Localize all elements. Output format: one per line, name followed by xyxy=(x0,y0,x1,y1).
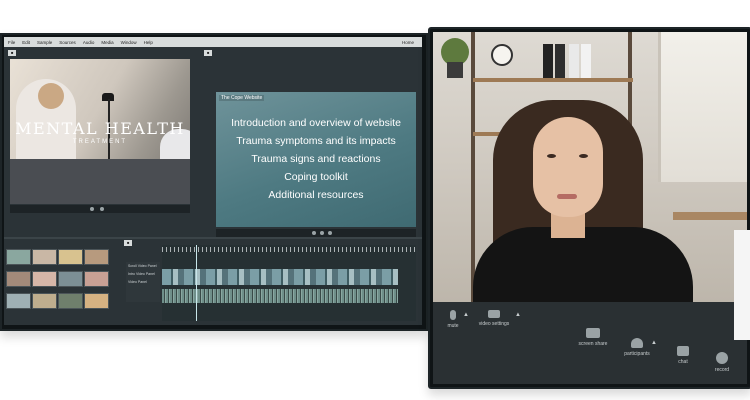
shelf-post xyxy=(471,32,475,302)
video-editor-app: File Edit Sample Sources Audio Media Win… xyxy=(4,37,422,325)
sequence-item[interactable]: Scroll Video Panel xyxy=(126,262,160,270)
step-forward-icon[interactable] xyxy=(320,231,324,235)
media-thumbnail[interactable] xyxy=(6,249,31,265)
binder xyxy=(581,44,591,78)
plant-pot xyxy=(447,62,463,78)
wall-clock xyxy=(491,44,513,66)
binder xyxy=(555,44,565,78)
menu-media[interactable]: Media xyxy=(101,40,113,45)
bookshelf-shelf xyxy=(473,78,633,82)
participant-face xyxy=(533,117,603,217)
video-subtitle-overlay: TREATMENT xyxy=(72,139,128,145)
right-monitor: mute ▲ video settings ▲ screen share par… xyxy=(428,27,750,389)
panel-divider[interactable] xyxy=(4,237,422,239)
sequence-list: Scroll Video Panel Intro Video Panel Vid… xyxy=(126,262,160,302)
screen-share-label: screen share xyxy=(578,341,608,347)
playhead[interactable] xyxy=(196,245,197,321)
record-icon xyxy=(716,352,728,364)
timeline-panel-tab[interactable]: ■ xyxy=(124,240,133,246)
mute-label: mute xyxy=(447,323,459,329)
video-person-head xyxy=(38,83,64,109)
menu-edit[interactable]: Edit xyxy=(22,40,30,45)
chat-button[interactable]: chat xyxy=(669,346,697,365)
camera-icon xyxy=(488,310,500,318)
media-thumbnail[interactable] xyxy=(58,293,83,309)
chat-label: chat xyxy=(678,359,688,365)
media-thumbnail[interactable] xyxy=(58,271,83,287)
source-panel-tab[interactable]: ■ xyxy=(8,50,17,56)
program-slide-preview[interactable]: The Cope Website Introduction and overvi… xyxy=(216,92,416,227)
call-toolbar: mute ▲ video settings ▲ screen share par… xyxy=(433,302,747,384)
program-panel-tab[interactable]: ■ xyxy=(204,50,213,56)
background-desk xyxy=(673,212,747,220)
media-thumbnail[interactable] xyxy=(32,293,57,309)
background-object xyxy=(734,230,750,340)
participants-label: participants xyxy=(624,351,650,357)
source-video-preview[interactable]: MENTAL HEALTH TREATMENT xyxy=(10,59,190,204)
menu-window[interactable]: Window xyxy=(121,40,137,45)
media-thumbnail[interactable] xyxy=(6,293,31,309)
play-icon[interactable] xyxy=(312,231,316,235)
slide-item: Coping toolkit xyxy=(284,171,348,183)
participants-icon xyxy=(631,338,643,348)
media-thumbnail[interactable] xyxy=(84,249,109,265)
participant-mouth xyxy=(557,194,577,199)
binder xyxy=(543,44,553,78)
timeline[interactable] xyxy=(162,245,416,321)
media-thumbnail[interactable] xyxy=(58,249,83,265)
step-icon[interactable] xyxy=(100,207,104,211)
home-button[interactable]: Home xyxy=(402,40,414,45)
video-call-app: mute ▲ video settings ▲ screen share par… xyxy=(433,32,747,384)
sequence-item[interactable]: Intro Video Panel xyxy=(126,270,160,278)
menu-sample[interactable]: Sample xyxy=(37,40,52,45)
menu-help[interactable]: Help xyxy=(144,40,153,45)
slide-item: Introduction and overview of website xyxy=(231,117,401,129)
menu-file[interactable]: File xyxy=(8,40,15,45)
video-title-overlay: MENTAL HEALTH xyxy=(15,119,185,138)
slide-item: Additional resources xyxy=(268,189,364,201)
slide-item: Trauma signs and reactions xyxy=(251,153,381,165)
slide-item: Trauma symptoms and its impacts xyxy=(236,135,396,147)
source-playback-controls[interactable] xyxy=(10,205,190,213)
record-label: record xyxy=(714,367,730,373)
left-monitor: File Edit Sample Sources Audio Media Win… xyxy=(0,33,428,331)
background-window xyxy=(658,32,747,182)
media-thumbnail[interactable] xyxy=(84,271,109,287)
participant-video xyxy=(433,32,747,302)
participant-eye xyxy=(579,154,588,158)
sequence-item[interactable]: Video Panel xyxy=(126,278,160,286)
slide-title: The Cope Website xyxy=(219,95,265,101)
timeline-ruler[interactable] xyxy=(162,247,416,252)
video-track[interactable] xyxy=(162,269,398,285)
participants-options-icon[interactable]: ▲ xyxy=(651,340,657,346)
program-playback-controls[interactable] xyxy=(216,229,416,237)
participant-eye xyxy=(547,154,556,158)
video-options-icon[interactable]: ▲ xyxy=(515,312,521,318)
mute-options-icon[interactable]: ▲ xyxy=(463,312,469,318)
audio-track[interactable] xyxy=(162,289,398,303)
media-thumbnail[interactable] xyxy=(6,271,31,287)
video-settings-button[interactable]: video settings xyxy=(473,310,515,327)
media-bin xyxy=(4,247,114,323)
record-button[interactable]: record xyxy=(707,352,737,373)
screen-share-icon xyxy=(586,328,600,338)
microphone-icon xyxy=(450,310,456,320)
menu-bar: File Edit Sample Sources Audio Media Win… xyxy=(4,37,422,47)
video-settings-label: video settings xyxy=(478,321,510,327)
screen-share-button[interactable]: screen share xyxy=(573,328,613,347)
slide-bullet-list: Introduction and overview of website Tra… xyxy=(216,114,416,204)
chat-icon xyxy=(677,346,689,356)
media-thumbnail[interactable] xyxy=(32,249,57,265)
binder xyxy=(569,44,579,78)
menu-sources[interactable]: Sources xyxy=(59,40,76,45)
video-sofa xyxy=(10,159,190,204)
menu-audio[interactable]: Audio xyxy=(83,40,95,45)
play-icon[interactable] xyxy=(90,207,94,211)
media-thumbnail[interactable] xyxy=(84,293,109,309)
participant-body xyxy=(473,227,693,302)
media-thumbnail[interactable] xyxy=(32,271,57,287)
loop-icon[interactable] xyxy=(328,231,332,235)
